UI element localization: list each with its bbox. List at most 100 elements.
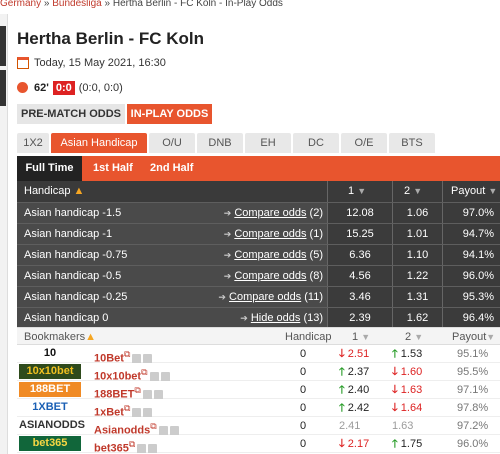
bookmaker-odds-2[interactable]: 1.63 (401, 384, 422, 396)
odds-2[interactable]: 1.10 (392, 245, 442, 266)
odds-1[interactable]: 15.25 (327, 224, 392, 245)
bookmaker-row[interactable]: 10 10Bet⧉ 0 🡓 2.51 🡑 1.53 95.1% (17, 345, 500, 363)
header-handicap[interactable]: Handicap ▲ (24, 181, 324, 202)
bookmaker-odds-1[interactable]: 2.37 (348, 366, 369, 378)
info-icon[interactable] (158, 425, 168, 435)
info-icon[interactable] (132, 407, 142, 417)
sidebar-tab[interactable] (0, 70, 6, 106)
bookmaker-row[interactable]: 188BET 188BET⧉ 0 🡑 2.40 🡓 1.63 97.1% (17, 381, 500, 399)
handicap-row[interactable]: Asian handicap -1 ➔ Compare odds (1) 15.25… (17, 223, 500, 245)
bookmaker-odds-2-cell[interactable]: 🡓 1.60 (392, 363, 447, 381)
bookmaker-odds-2-cell[interactable]: 1.63 (392, 417, 447, 435)
external-link-icon[interactable]: ⧉ (134, 385, 140, 395)
bookmaker-row[interactable]: 10x10bet 10x10bet⧉ 0 🡑 2.37 🡓 1.60 95.5% (17, 363, 500, 381)
bookmaker-odds-1[interactable]: 2.40 (348, 384, 369, 396)
odds-2[interactable]: 1.06 (392, 203, 442, 224)
odds-2[interactable]: 1.31 (392, 287, 442, 308)
tab-dnb[interactable]: DNB (197, 133, 243, 153)
odds-2[interactable]: 1.22 (392, 266, 442, 287)
bookmaker-odds-1-cell[interactable]: 2.41 (339, 417, 394, 435)
bookmaker-logo[interactable]: 10x10bet (19, 364, 81, 379)
prematch-odds-button[interactable]: PRE-MATCH ODDS (17, 104, 125, 124)
bookmaker-odds-1-cell[interactable]: 🡑 2.37 (339, 363, 394, 381)
compare-odds-link[interactable]: Compare odds (234, 249, 306, 261)
bookmaker-odds-1[interactable]: 2.41 (339, 420, 360, 432)
bookmaker-odds-2[interactable]: 1.63 (392, 420, 413, 432)
header-payout[interactable]: Payout ▼ (442, 181, 500, 202)
bookmaker-logo[interactable]: 10 (19, 346, 81, 361)
external-link-icon[interactable]: ⧉ (124, 403, 130, 413)
handicap-row[interactable]: Asian handicap -0.5 ➔ Compare odds (8) 4.5… (17, 265, 500, 287)
bookmaker-name[interactable]: 10Bet (94, 353, 124, 363)
bonus-icon[interactable] (143, 407, 153, 417)
bookmaker-name[interactable]: 188BET (94, 389, 134, 399)
bookmaker-odds-2-cell[interactable]: 🡓 1.63 (392, 381, 447, 399)
odds-2[interactable]: 1.01 (392, 224, 442, 245)
header-odds-2[interactable]: 2 ▼ (392, 181, 442, 202)
info-icon[interactable] (149, 371, 159, 381)
header-bookmakers[interactable]: Bookmakers▲ (24, 328, 174, 346)
bookmaker-logo[interactable]: 188BET (19, 382, 81, 397)
info-icon[interactable] (137, 443, 147, 453)
bookmaker-odds-2-cell[interactable]: 🡑 1.53 (392, 345, 447, 363)
bookmaker-odds-1-cell[interactable]: 🡑 2.42 (339, 399, 394, 417)
info-icon[interactable] (142, 389, 152, 399)
tab-oe[interactable]: O/E (341, 133, 387, 153)
tab-dc[interactable]: DC (293, 133, 339, 153)
inplay-odds-button[interactable]: IN-PLAY ODDS (127, 104, 212, 124)
bonus-icon[interactable] (148, 443, 158, 453)
header-bk-odds-2[interactable]: 2 ▼ (405, 328, 445, 346)
tab-asian-handicap[interactable]: Asian Handicap (51, 133, 147, 153)
bookmaker-row[interactable]: bet365 bet365⧉ 0 🡓 2.17 🡑 1.75 96.0% (17, 435, 500, 453)
odds-1[interactable]: 4.56 (327, 266, 392, 287)
handicap-row[interactable]: Asian handicap -0.25 ➔ Compare odds (11) 3… (17, 286, 500, 308)
bookmaker-name[interactable]: Asianodds (94, 425, 150, 435)
bookmaker-name[interactable]: 1xBet (94, 407, 124, 417)
bookmaker-row[interactable]: 1XBET 1xBet⧉ 0 🡑 2.42 🡓 1.64 97.8% (17, 399, 500, 417)
tab-second-half[interactable]: 2nd Half (150, 156, 193, 181)
tab-bts[interactable]: BTS (389, 133, 435, 153)
odds-1[interactable]: 2.39 (327, 308, 392, 329)
breadcrumb-country[interactable]: Germany (0, 0, 41, 9)
tab-over-under[interactable]: O/U (149, 133, 195, 153)
compare-odds-link[interactable]: Compare odds (234, 270, 306, 282)
bookmaker-odds-1-cell[interactable]: 🡓 2.17 (339, 435, 394, 453)
compare-odds-link[interactable]: Compare odds (234, 207, 306, 219)
compare-odds-link[interactable]: Compare odds (234, 228, 306, 240)
handicap-row[interactable]: Asian handicap -0.75 ➔ Compare odds (5) 6.… (17, 244, 500, 266)
odds-1[interactable]: 3.46 (327, 287, 392, 308)
header-odds-1[interactable]: 1 ▼ (327, 181, 377, 202)
tab-full-time[interactable]: Full Time (17, 156, 82, 181)
external-link-icon[interactable]: ⧉ (150, 421, 156, 431)
bookmaker-name[interactable]: bet365 (94, 443, 129, 453)
odds-1[interactable]: 6.36 (327, 245, 392, 266)
header-bk-odds-1[interactable]: 1 ▼ (352, 328, 392, 346)
bonus-icon[interactable] (143, 353, 153, 363)
bookmaker-odds-2[interactable]: 1.53 (401, 348, 422, 360)
external-link-icon[interactable]: ⧉ (124, 349, 130, 359)
compare-odds-link[interactable]: Hide odds (251, 312, 301, 324)
bookmaker-odds-1[interactable]: 2.51 (348, 348, 369, 360)
bonus-icon[interactable] (160, 371, 170, 381)
sidebar-tab[interactable] (0, 26, 6, 66)
bookmaker-name[interactable]: 10x10bet (94, 371, 141, 381)
compare-odds-link[interactable]: Compare odds (229, 291, 301, 303)
external-link-icon[interactable]: ⧉ (129, 439, 135, 449)
tab-eh[interactable]: EH (245, 133, 291, 153)
bookmaker-row[interactable]: ASIANODDS Asianodds⧉ 0 2.41 1.63 97.2% (17, 417, 500, 435)
tab-1x2[interactable]: 1X2 (17, 133, 49, 153)
tab-first-half[interactable]: 1st Half (93, 156, 133, 181)
bookmaker-odds-2-cell[interactable]: 🡓 1.64 (392, 399, 447, 417)
bonus-icon[interactable] (169, 425, 179, 435)
handicap-row[interactable]: Asian handicap 0 ➔ Hide odds (13) 2.39 1.62… (17, 307, 500, 329)
bookmaker-odds-2[interactable]: 1.64 (401, 402, 422, 414)
bookmaker-logo[interactable]: bet365 (19, 436, 81, 451)
header-bk-payout[interactable]: Payout▼ (452, 328, 500, 346)
bonus-icon[interactable] (153, 389, 163, 399)
breadcrumb-league[interactable]: Bundesliga (52, 0, 101, 9)
bookmaker-logo[interactable]: 1XBET (19, 400, 81, 415)
bookmaker-odds-2[interactable]: 1.75 (401, 438, 422, 450)
odds-2[interactable]: 1.62 (392, 308, 442, 329)
external-link-icon[interactable]: ⧉ (141, 367, 147, 377)
header-bk-handicap[interactable]: Handicap (285, 328, 345, 346)
